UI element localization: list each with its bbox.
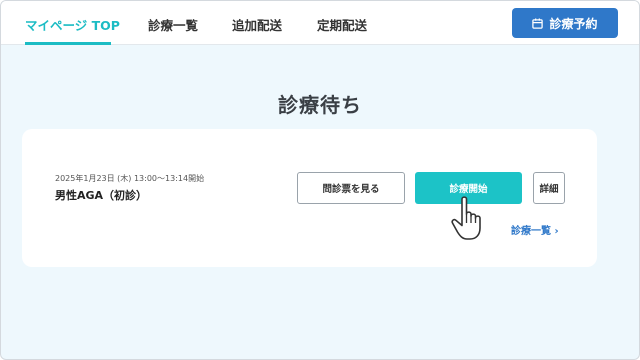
nav-item-additional-delivery[interactable]: 追加配送 xyxy=(232,15,282,34)
view-questionnaire-button[interactable]: 問診票を見る xyxy=(297,172,405,204)
reserve-button[interactable]: 診療予約 xyxy=(512,8,618,38)
calendar-icon xyxy=(532,17,544,29)
appointment-name: 男性AGA（初診） xyxy=(55,189,148,202)
nav-item-regular-delivery[interactable]: 定期配送 xyxy=(317,15,367,34)
page-title: 診療待ち xyxy=(278,93,362,117)
consultation-list-link[interactable]: 診療一覧 › xyxy=(511,222,559,237)
appointment-datetime: 2025年1月23日 (木) 13:00～13:14開始 xyxy=(55,174,205,183)
app-window: マイページ TOP 診療一覧 追加配送 定期配送 診療予約 診療待ち 2025年… xyxy=(0,0,640,360)
nav-item-mypage-top[interactable]: マイページ TOP xyxy=(25,15,120,34)
active-tab-indicator xyxy=(25,42,111,45)
detail-button[interactable]: 詳細 xyxy=(533,172,565,204)
reserve-button-label: 診療予約 xyxy=(549,16,598,31)
start-consultation-button[interactable]: 診療開始 xyxy=(415,172,522,204)
appointment-card: 2025年1月23日 (木) 13:00～13:14開始 男性AGA（初診） 問… xyxy=(22,129,597,267)
top-header: マイページ TOP 診療一覧 追加配送 定期配送 診療予約 xyxy=(1,1,639,45)
nav-item-consultation-list[interactable]: 診療一覧 xyxy=(148,15,198,34)
